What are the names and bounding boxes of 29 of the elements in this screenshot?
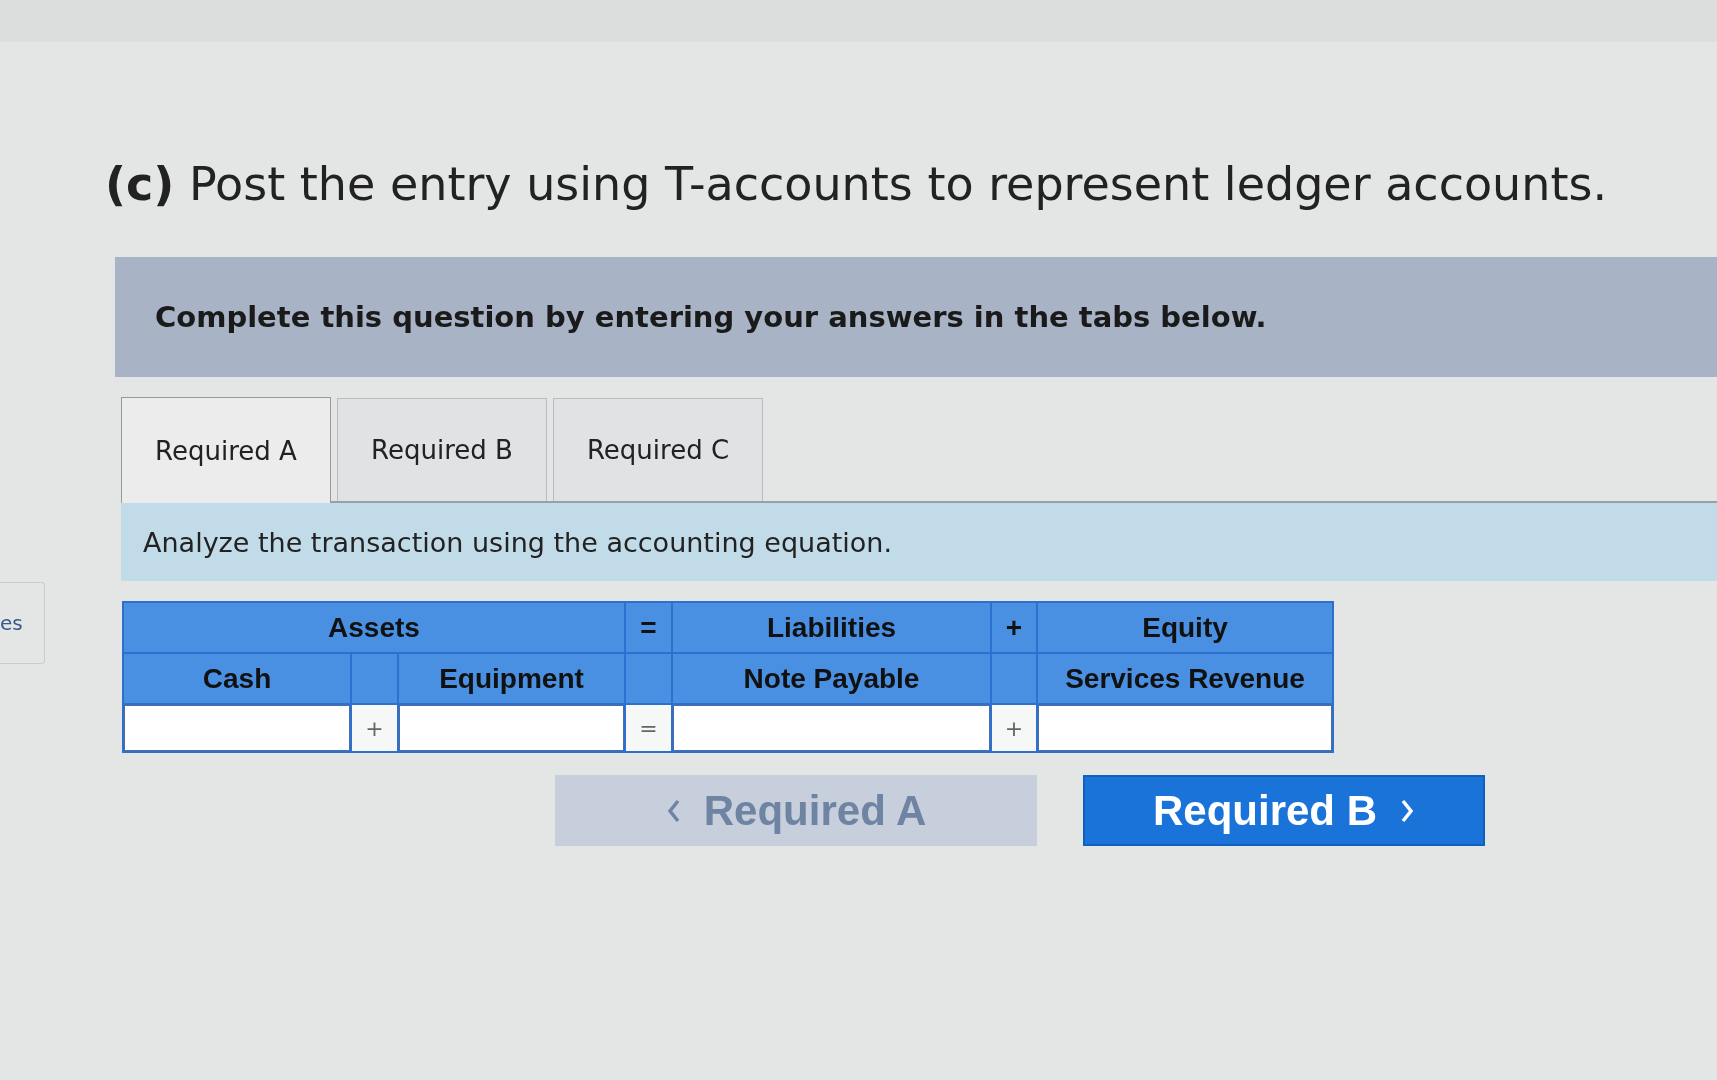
side-panel-label: es xyxy=(0,582,45,664)
operator-sign: + xyxy=(352,705,397,751)
instruction-banner: Complete this question by entering your answers in the tabs below. xyxy=(115,257,1717,377)
question-title: (c) Post the entry using T-accounts to represent ledger accounts. xyxy=(105,157,1609,211)
column-heading: Cash xyxy=(124,654,350,703)
header-cell xyxy=(626,654,671,703)
prompt-banner: Analyze the transaction using the accounting equation. xyxy=(121,503,1717,581)
answer-field[interactable] xyxy=(1038,705,1332,751)
operator-sign: + xyxy=(992,603,1036,652)
chevron-left-icon xyxy=(665,797,682,824)
next-button[interactable]: Required B xyxy=(1083,775,1485,846)
group-heading: Equity xyxy=(1038,603,1332,652)
chevron-right-icon xyxy=(1399,797,1415,824)
header-cell xyxy=(352,654,397,703)
column-heading: Equipment xyxy=(399,654,624,703)
answer-field[interactable] xyxy=(399,705,624,751)
answer-field[interactable] xyxy=(124,705,350,751)
column-heading: Services Revenue xyxy=(1038,654,1332,703)
operator-sign: = xyxy=(626,705,671,751)
operator-sign: + xyxy=(992,705,1036,751)
header-cell xyxy=(992,654,1036,703)
group-heading: Assets xyxy=(124,603,624,652)
answer-field[interactable] xyxy=(673,705,990,751)
group-heading: Liabilities xyxy=(673,603,990,652)
column-heading: Note Payable xyxy=(673,654,990,703)
tab[interactable]: Required C xyxy=(553,398,763,501)
operator-sign: = xyxy=(626,603,671,652)
tab[interactable]: Required A xyxy=(121,397,331,503)
tab[interactable]: Required B xyxy=(337,398,547,501)
